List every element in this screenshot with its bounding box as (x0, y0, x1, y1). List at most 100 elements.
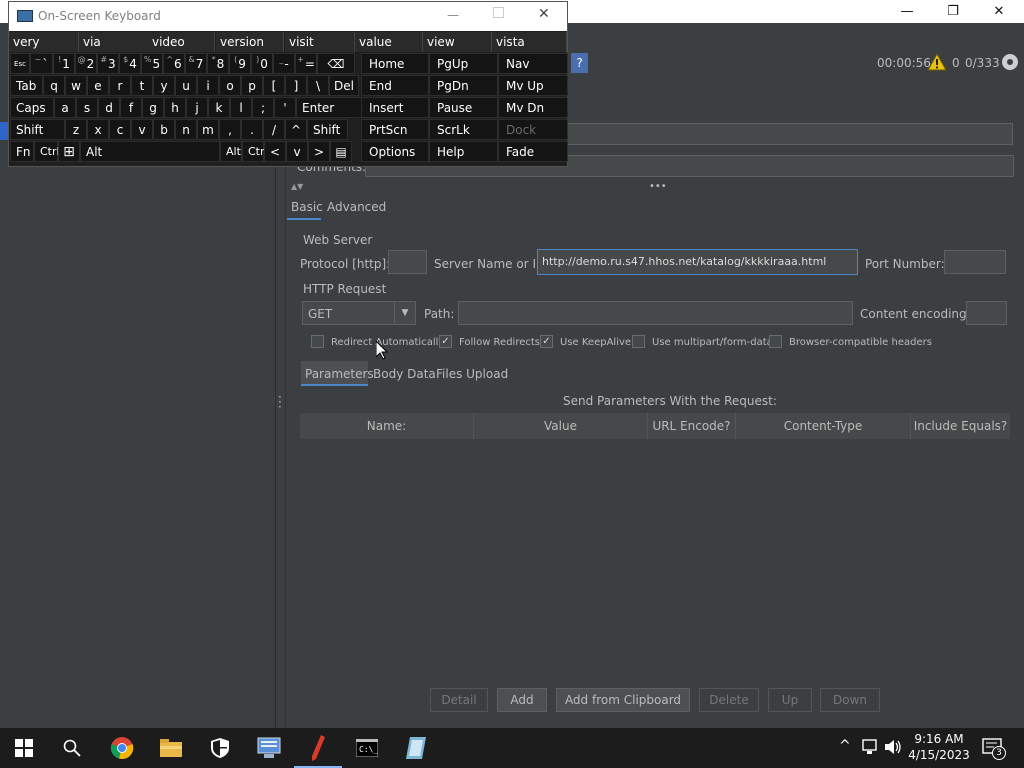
delete-button[interactable]: Delete (699, 688, 759, 712)
key-backtick[interactable]: ~ ` (30, 53, 53, 74)
key-8[interactable]: * 8 (207, 53, 229, 74)
osk-title-bar[interactable]: On-Screen Keyboard — ✕ (9, 2, 567, 31)
key-shift-left[interactable]: Shift (10, 119, 65, 140)
key-q[interactable]: q (43, 75, 65, 96)
detail-button[interactable]: Detail (430, 688, 488, 712)
key-9[interactable]: (9 (229, 53, 251, 74)
start-windows-icon[interactable] (0, 728, 48, 768)
key-shift-right[interactable]: Shift (307, 119, 348, 140)
key-i[interactable]: i (197, 75, 219, 96)
key-t[interactable]: t (131, 75, 153, 96)
command-prompt-icon[interactable]: C:\_ (343, 728, 391, 768)
tab-parameters[interactable]: Parameters (305, 367, 374, 381)
key-4[interactable]: $4 (119, 53, 141, 74)
key-equals[interactable]: + = (295, 53, 317, 74)
suggestion-vista[interactable]: vista (492, 32, 567, 52)
network-icon[interactable] (862, 739, 880, 758)
suggestion-value[interactable]: value (355, 32, 423, 52)
collapse-arrows-icon[interactable]: ▲▼ (291, 182, 303, 191)
key-enter[interactable]: Enter (296, 97, 362, 118)
windows-icon[interactable]: ⊞ (58, 141, 80, 162)
add-from-clipboard-button[interactable]: Add from Clipboard (556, 688, 690, 712)
key-n[interactable]: n (175, 119, 197, 140)
key-nav[interactable]: Nav (498, 53, 568, 74)
file-explorer-icon[interactable] (147, 728, 195, 768)
up-button[interactable]: Up (768, 688, 812, 712)
method-select[interactable]: GET ▼ (302, 301, 416, 325)
key-mv-up[interactable]: Mv Up (498, 75, 568, 96)
jmeter-icon[interactable] (294, 728, 342, 768)
key-o[interactable]: o (219, 75, 241, 96)
suggestion-video[interactable]: video (148, 32, 215, 52)
left-arrow-icon[interactable]: < (264, 141, 286, 162)
column-value[interactable]: Value (474, 413, 648, 439)
suggestion-view[interactable]: view (423, 32, 492, 52)
help-icon[interactable]: ? (571, 53, 588, 73)
gear-icon[interactable] (1000, 52, 1020, 75)
maximize-button[interactable]: ❐ (930, 0, 976, 23)
clock[interactable]: 9:16 AM 4/15/2023 (904, 731, 974, 763)
key-0[interactable]: ) 0 (251, 53, 273, 74)
suggestion-version[interactable]: version (216, 32, 284, 52)
chrome-icon[interactable] (98, 728, 146, 768)
use-keepalive-checkbox[interactable]: ✓ (540, 335, 553, 348)
key-pause[interactable]: Pause (429, 97, 498, 118)
column-name[interactable]: Name: (300, 413, 474, 439)
key-v[interactable]: v (131, 119, 153, 140)
key-slash[interactable]: / (263, 119, 285, 140)
key-mv-dn[interactable]: Mv Dn (498, 97, 568, 118)
key-esc[interactable]: Esc (10, 53, 30, 74)
server-name-field[interactable]: http://demo.ru.s47.hhos.net/katalog/kkkk… (537, 249, 858, 275)
key-g[interactable]: g (142, 97, 164, 118)
split-pane-divider[interactable]: · · · (276, 75, 286, 728)
protocol-field[interactable] (388, 250, 427, 274)
network-app-icon[interactable] (245, 728, 293, 768)
key-quote[interactable]: ' (274, 97, 296, 118)
key-u[interactable]: u (175, 75, 197, 96)
down-arrow-icon[interactable]: v (286, 141, 308, 162)
key-3[interactable]: #3 (97, 53, 119, 74)
osk-minimize-button[interactable]: — (447, 8, 459, 22)
key-ctrl-left[interactable]: Ctrl (34, 141, 60, 162)
key-backslash[interactable]: \ (307, 75, 329, 96)
key-7[interactable]: & 7 (185, 53, 207, 74)
key-help[interactable]: Help (429, 141, 498, 162)
backspace-icon[interactable]: ⌫ (317, 53, 355, 74)
column-include-equals[interactable]: Include Equals? (911, 413, 1010, 439)
key-insert[interactable]: Insert (361, 97, 429, 118)
key-y[interactable]: y (153, 75, 175, 96)
test-plan-tree[interactable] (0, 75, 276, 728)
volume-icon[interactable] (884, 739, 902, 758)
key-a[interactable]: a (54, 97, 76, 118)
key-dock[interactable]: Dock (498, 119, 568, 140)
key-pgdn[interactable]: PgDn (429, 75, 498, 96)
key-alt-left[interactable]: Alt (80, 141, 220, 162)
key-h[interactable]: h (164, 97, 186, 118)
key-home[interactable]: Home (361, 53, 429, 74)
key-ctrl-right[interactable]: Ctrl (242, 141, 268, 162)
redirect-automatically-checkbox[interactable] (311, 335, 324, 348)
notifications-icon[interactable]: 3 (982, 738, 1006, 761)
key-w[interactable]: w (65, 75, 87, 96)
key-l[interactable]: l (230, 97, 252, 118)
key-delete[interactable]: Del (329, 75, 359, 96)
key-scrlk[interactable]: ScrLk (429, 119, 498, 140)
path-field[interactable] (458, 301, 853, 325)
tab-basic[interactable]: Basic (291, 200, 323, 214)
osk-close-button[interactable]: ✕ (538, 6, 550, 22)
key-e[interactable]: e (87, 75, 109, 96)
down-button[interactable]: Down (820, 688, 880, 712)
key-caps[interactable]: Caps (10, 97, 54, 118)
key-f[interactable]: f (120, 97, 142, 118)
key-up-arrow[interactable]: ^ (285, 119, 307, 140)
key-minus[interactable]: _ - (273, 53, 295, 74)
key-p[interactable]: p (241, 75, 263, 96)
add-button[interactable]: Add (497, 688, 547, 712)
warning-icon[interactable] (927, 52, 947, 74)
key-prtscn[interactable]: PrtScn (361, 119, 429, 140)
key-end[interactable]: End (361, 75, 429, 96)
key-c[interactable]: c (109, 119, 131, 140)
right-arrow-icon[interactable]: > (308, 141, 330, 162)
key-fade[interactable]: Fade (498, 141, 568, 162)
suggestion-very[interactable]: very (9, 32, 79, 52)
